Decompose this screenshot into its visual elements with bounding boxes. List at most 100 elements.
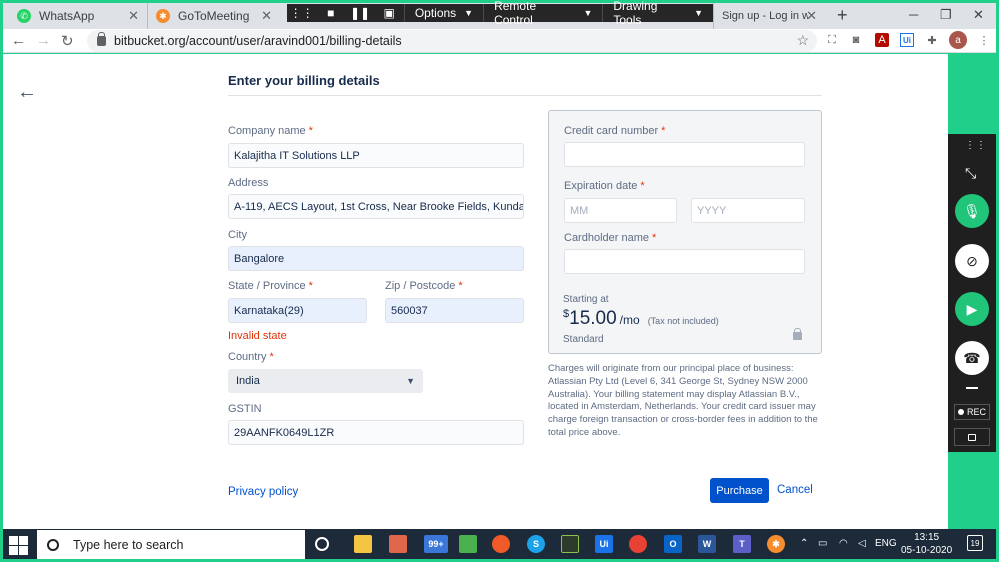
- company-name-label: Company name *: [228, 125, 313, 137]
- paint-app-icon[interactable]: [389, 535, 407, 553]
- cardholder-input[interactable]: [564, 249, 805, 274]
- camera-extension-icon[interactable]: ◙: [849, 33, 863, 47]
- teams-icon[interactable]: T: [733, 535, 751, 553]
- page-title: Enter your billing details: [228, 73, 380, 88]
- gstin-input[interactable]: 29AANFK0649L1ZR: [228, 420, 524, 445]
- minimize-panel-icon[interactable]: [966, 387, 978, 389]
- tab-label: GoToMeeting: [178, 9, 250, 23]
- screenshot-extension-icon[interactable]: ⛶: [825, 33, 839, 47]
- reload-icon[interactable]: ↻: [61, 32, 74, 50]
- screen-share-button[interactable]: ▶: [955, 292, 989, 326]
- windows-start-button[interactable]: [7, 534, 29, 556]
- tab-label: Sign up - Log in with: [722, 10, 808, 22]
- notification-badge[interactable]: 99+: [424, 535, 448, 553]
- expiration-month-input[interactable]: MM: [564, 198, 677, 223]
- more-menu-icon[interactable]: ⋮: [977, 33, 991, 47]
- card-number-input[interactable]: [564, 142, 805, 167]
- tab-whatsapp[interactable]: ✆ WhatsApp ✕: [9, 3, 147, 29]
- minimize-icon[interactable]: ─: [909, 7, 918, 22]
- cancel-button[interactable]: Cancel: [777, 484, 813, 496]
- divider: [228, 95, 822, 96]
- pause-icon[interactable]: ❚❚: [345, 6, 374, 20]
- stop-icon[interactable]: ■: [316, 6, 345, 20]
- browser-tab-strip: ✆ WhatsApp ✕ ✱ GoToMeeting ✕ Sign up - L…: [3, 0, 996, 29]
- app-icon[interactable]: [492, 535, 510, 553]
- search-placeholder: Type here to search: [73, 537, 184, 552]
- state-input[interactable]: Karnataka(29): [228, 298, 367, 323]
- wifi-icon[interactable]: ◠: [839, 538, 848, 549]
- tab-gotomeeting[interactable]: ✱ GoToMeeting ✕: [147, 3, 280, 29]
- card-number-label: Credit card number *: [564, 125, 666, 137]
- microphone-button[interactable]: 🎙: [955, 194, 989, 228]
- task-view-icon[interactable]: [315, 537, 329, 551]
- battery-icon[interactable]: ▭: [818, 538, 827, 549]
- drawing-tools-menu[interactable]: Drawing Tools ▼: [602, 0, 713, 27]
- expiration-year-input[interactable]: YYYY: [691, 198, 805, 223]
- search-icon: [47, 538, 59, 551]
- file-explorer-icon[interactable]: [354, 535, 372, 553]
- plan-name: Standard: [563, 334, 604, 345]
- language-indicator[interactable]: ENG: [875, 538, 897, 549]
- hang-up-button[interactable]: ☎: [955, 341, 989, 375]
- volume-icon[interactable]: ◁: [858, 538, 866, 549]
- zip-input[interactable]: 560037: [385, 298, 524, 323]
- close-tab-icon[interactable]: ✕: [261, 8, 272, 24]
- uipath-icon[interactable]: Ui: [595, 535, 613, 553]
- privacy-policy-link[interactable]: Privacy policy: [228, 486, 298, 498]
- word-icon[interactable]: W: [698, 535, 716, 553]
- charges-disclaimer: Charges will originate from our principa…: [548, 363, 818, 438]
- expand-icon[interactable]: ⤡: [965, 165, 976, 182]
- grip-icon[interactable]: ⋮⋮: [965, 140, 987, 151]
- camera-off-icon: ⊘: [966, 252, 978, 269]
- clock-time: 13:15: [914, 532, 940, 543]
- system-clock[interactable]: 13:15 05-10-2020: [901, 531, 952, 557]
- close-tab-icon[interactable]: ✕: [806, 8, 817, 24]
- browser-toolbar: ← → ↻ bitbucket.org/account/user/aravind…: [3, 29, 996, 53]
- screen-share-icon: ▶: [966, 300, 978, 317]
- close-tab-icon[interactable]: ✕: [128, 8, 139, 24]
- notification-center-icon[interactable]: 19: [967, 535, 983, 551]
- close-window-icon[interactable]: ✕: [973, 7, 984, 23]
- chevron-up-icon[interactable]: ⌃: [800, 538, 808, 549]
- app-icon[interactable]: [459, 535, 477, 553]
- restore-icon[interactable]: ❐: [940, 7, 952, 23]
- new-tab-button[interactable]: +: [837, 5, 848, 26]
- lock-icon: [968, 433, 976, 441]
- pdf-extension-icon[interactable]: A: [875, 33, 889, 47]
- taskbar-search-box[interactable]: Type here to search: [37, 530, 305, 559]
- tax-note: (Tax not included): [647, 316, 719, 326]
- extensions-puzzle-icon[interactable]: ✚: [925, 33, 939, 47]
- bookmark-star-icon[interactable]: ☆: [796, 32, 809, 49]
- skype-icon[interactable]: S: [527, 535, 545, 553]
- terminal-icon[interactable]: [561, 535, 579, 553]
- outlook-icon[interactable]: O: [664, 535, 682, 553]
- options-menu[interactable]: Options ▼: [403, 4, 483, 22]
- profile-avatar[interactable]: a: [949, 31, 967, 49]
- tab-bitbucket-signup[interactable]: Sign up - Log in with ✕: [713, 3, 825, 29]
- lock-button[interactable]: [954, 428, 990, 446]
- currency-symbol: $: [563, 308, 570, 320]
- phone-hangup-icon: ☎: [963, 349, 981, 366]
- purchase-button[interactable]: Purchase: [710, 478, 769, 503]
- screen-icon[interactable]: ▣: [375, 6, 404, 20]
- back-icon[interactable]: ←: [11, 32, 26, 49]
- whatsapp-icon: ✆: [17, 9, 31, 23]
- uipath-extension-icon[interactable]: Ui: [900, 33, 914, 47]
- url-text: bitbucket.org/account/user/aravind001/bi…: [114, 34, 402, 48]
- back-arrow-icon[interactable]: ←: [17, 81, 37, 104]
- forward-icon[interactable]: →: [36, 32, 51, 49]
- chrome-icon[interactable]: [629, 535, 647, 553]
- cardholder-label: Cardholder name *: [564, 232, 657, 244]
- address-input[interactable]: A-119, AECS Layout, 1st Cross, Near Broo…: [228, 194, 524, 219]
- address-bar[interactable]: bitbucket.org/account/user/aravind001/bi…: [87, 30, 817, 52]
- country-select[interactable]: India ▼: [228, 369, 423, 393]
- country-label: Country *: [228, 351, 274, 363]
- grip-icon[interactable]: ⋮⋮: [287, 6, 316, 20]
- record-dot-icon: [957, 409, 964, 415]
- camera-off-button[interactable]: ⊘: [955, 244, 989, 278]
- remote-control-menu[interactable]: Remote Control ▼: [483, 0, 602, 27]
- city-input[interactable]: Bangalore: [228, 246, 524, 271]
- gotomeeting-icon[interactable]: ✱: [767, 535, 785, 553]
- company-name-input[interactable]: Kalajitha IT Solutions LLP: [228, 143, 524, 168]
- record-button[interactable]: REC: [954, 404, 990, 420]
